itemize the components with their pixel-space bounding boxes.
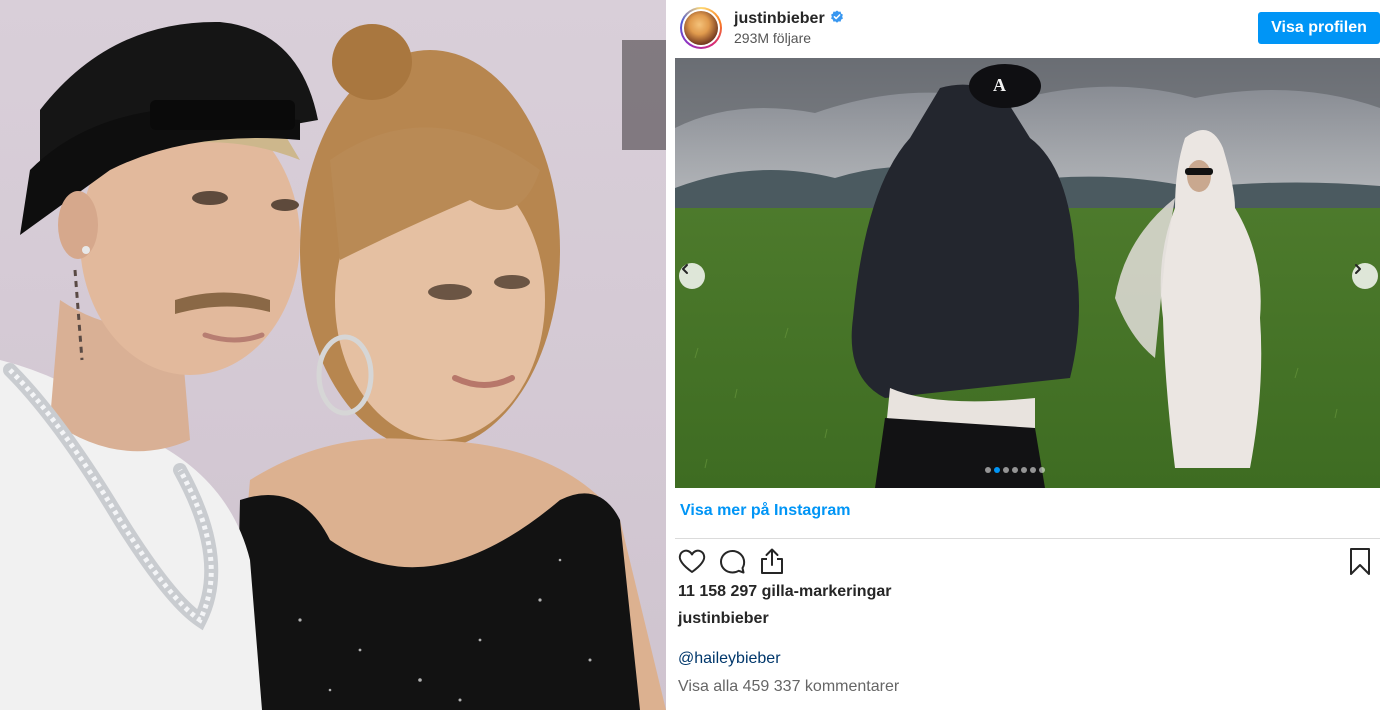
post-media-carousel[interactable]: A	[675, 58, 1380, 488]
carousel-dot	[1012, 467, 1018, 473]
carousel-dot	[1030, 467, 1036, 473]
like-count[interactable]: 11 158 297 gilla-markeringar	[678, 583, 891, 601]
carousel-dots	[985, 467, 1045, 473]
view-all-comments-link[interactable]: Visa alla 459 337 kommentarer	[678, 678, 899, 696]
carousel-dot	[1003, 467, 1009, 473]
carousel-dot	[1021, 467, 1027, 473]
verified-badge-icon	[830, 10, 843, 23]
username-text[interactable]: justinbieber	[734, 10, 825, 27]
avatar-image	[684, 11, 718, 45]
avatar-ring	[682, 9, 720, 47]
username[interactable]: justinbieber	[734, 10, 844, 28]
editorial-photo-illustration	[0, 21, 666, 710]
post-photo-illustration: A	[675, 58, 1380, 488]
view-more-on-instagram-link[interactable]: Visa mer på Instagram	[680, 502, 850, 520]
view-profile-button[interactable]: Visa profilen	[1258, 12, 1380, 44]
carousel-dot	[994, 467, 1000, 473]
share-icon[interactable]	[757, 546, 787, 576]
editorial-photo	[0, 0, 666, 710]
carousel-dot	[985, 467, 991, 473]
caption-mention-link[interactable]: @haileybieber	[678, 650, 781, 668]
svg-text:A: A	[993, 75, 1006, 95]
follower-count: 293M följare	[734, 30, 812, 46]
avatar[interactable]	[680, 7, 722, 49]
chevron-right-icon	[1355, 264, 1361, 274]
divider	[675, 538, 1380, 539]
bookmark-icon[interactable]	[1345, 546, 1375, 576]
carousel-next-button[interactable]	[1352, 263, 1378, 289]
caption-username[interactable]: justinbieber	[678, 610, 769, 628]
embed-header: justinbieber 293M följare Visa profilen	[675, 0, 1380, 58]
action-bar	[675, 544, 1380, 578]
gutter	[666, 0, 675, 710]
heart-icon[interactable]	[677, 546, 707, 576]
instagram-embed: justinbieber 293M följare Visa profilen	[675, 0, 1380, 710]
carousel-prev-button[interactable]	[679, 263, 705, 289]
comment-icon[interactable]	[717, 546, 747, 576]
carousel-dot	[1039, 467, 1045, 473]
chevron-left-icon	[682, 264, 688, 274]
